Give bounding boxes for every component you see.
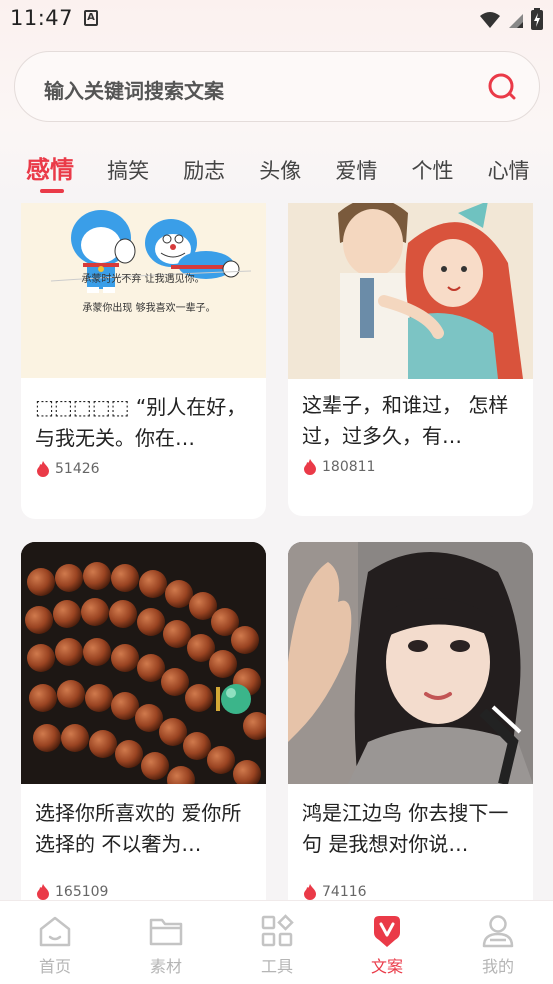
nav-label: 我的 xyxy=(481,957,514,976)
search-bar[interactable]: 输入关键词搜索文案 xyxy=(14,51,540,122)
battery-icon xyxy=(531,8,543,30)
post-text: 选择你所喜欢的 爱你所选择的 不以奢为… xyxy=(35,801,242,856)
illustration-caption-line1: 承蒙时光不弃 让我遇见你。 xyxy=(81,272,204,285)
wifi-icon xyxy=(480,12,500,28)
selfie-drawing xyxy=(288,542,533,784)
status-bar: 11:47 A xyxy=(0,0,553,38)
category-tabs: 感情 搞笑 励志 头像 爱情 个性 心情 伤 xyxy=(26,150,553,198)
post-count: 74116 xyxy=(322,884,367,900)
post-card[interactable]: 这辈子，和谁过， 怎样过，过多久，有… 180811 xyxy=(288,203,533,516)
bottom-navigation: 首页 素材 工具 文案 我的 xyxy=(0,900,553,984)
tab-love[interactable]: 爱情 xyxy=(335,155,377,185)
illustration-caption-line2: 承蒙你出现 够我喜欢一辈子。 xyxy=(82,301,215,314)
flame-icon xyxy=(37,461,49,477)
doraemon-illustration: 承蒙时光不弃 让我遇见你。 承蒙你出现 够我喜欢一辈子。 xyxy=(21,203,266,378)
couple-illustration xyxy=(288,203,533,379)
tab-funny[interactable]: 搞笑 xyxy=(107,155,149,185)
post-stats: 51426 xyxy=(37,461,100,477)
doraemon-drawing: 承蒙时光不弃 让我遇见你。 承蒙你出现 够我喜欢一辈子。 xyxy=(21,203,266,378)
girl-selfie-photo xyxy=(288,542,533,784)
tab-emotion[interactable]: 感情 xyxy=(26,150,74,193)
flame-icon xyxy=(37,884,49,900)
tab-label: 感情 xyxy=(26,156,74,184)
search-input[interactable]: 输入关键词搜索文案 xyxy=(44,75,224,104)
post-text: ⬚⬚⬚⬚⬚ “别人在好，与我无关。你在… xyxy=(35,395,247,450)
nav-tools[interactable]: 工具 xyxy=(237,913,317,977)
post-card[interactable]: 鸿是江边鸟 你去搜下一句 是我想对你说… 74116 xyxy=(288,542,533,900)
prayer-beads-photo xyxy=(21,542,266,784)
couple-drawing xyxy=(288,203,533,379)
nav-home[interactable]: 首页 xyxy=(15,913,95,977)
tab-avatar[interactable]: 头像 xyxy=(259,155,301,185)
post-count: 51426 xyxy=(55,461,100,477)
signal-icon xyxy=(509,14,523,28)
notification-icon: A xyxy=(84,10,98,26)
post-count: 180811 xyxy=(322,459,376,475)
post-card[interactable]: 承蒙时光不弃 让我遇见你。 承蒙你出现 够我喜欢一辈子。 ⬚⬚⬚⬚⬚ “别人在好… xyxy=(21,203,266,519)
nav-copywriting[interactable]: 文案 xyxy=(347,913,427,977)
folder-icon xyxy=(149,918,183,946)
content-feed: 承蒙时光不弃 让我遇见你。 承蒙你出现 够我喜欢一辈子。 ⬚⬚⬚⬚⬚ “别人在好… xyxy=(0,203,553,900)
nav-label: 文案 xyxy=(370,957,403,976)
beads-drawing xyxy=(21,542,266,784)
nav-profile[interactable]: 我的 xyxy=(458,913,538,977)
profile-icon xyxy=(482,915,514,948)
status-time: 11:47 xyxy=(10,6,74,30)
tab-mood[interactable]: 心情 xyxy=(488,155,530,185)
nav-label: 素材 xyxy=(149,957,182,976)
nav-materials[interactable]: 素材 xyxy=(126,913,206,977)
post-count: 165109 xyxy=(55,884,109,900)
post-card[interactable]: 选择你所喜欢的 爱你所选择的 不以奢为… 165109 xyxy=(21,542,266,900)
copywriting-icon xyxy=(374,916,400,947)
tab-personality[interactable]: 个性 xyxy=(411,155,453,185)
post-stats: 180811 xyxy=(304,459,375,475)
flame-icon xyxy=(304,459,316,475)
post-text: 鸿是江边鸟 你去搜下一句 是我想对你说… xyxy=(302,801,509,856)
nav-label: 首页 xyxy=(38,957,71,976)
tools-icon xyxy=(261,914,294,947)
search-icon[interactable] xyxy=(487,72,517,102)
active-tab-indicator xyxy=(40,189,64,193)
post-stats: 165109 xyxy=(37,884,108,900)
post-text: 这辈子，和谁过， 怎样过，过多久，有… xyxy=(302,393,509,448)
home-icon xyxy=(39,916,71,947)
status-indicators xyxy=(479,8,543,30)
tab-inspiration[interactable]: 励志 xyxy=(183,155,225,185)
nav-label: 工具 xyxy=(260,957,293,976)
flame-icon xyxy=(304,884,316,900)
post-stats: 74116 xyxy=(304,884,367,900)
